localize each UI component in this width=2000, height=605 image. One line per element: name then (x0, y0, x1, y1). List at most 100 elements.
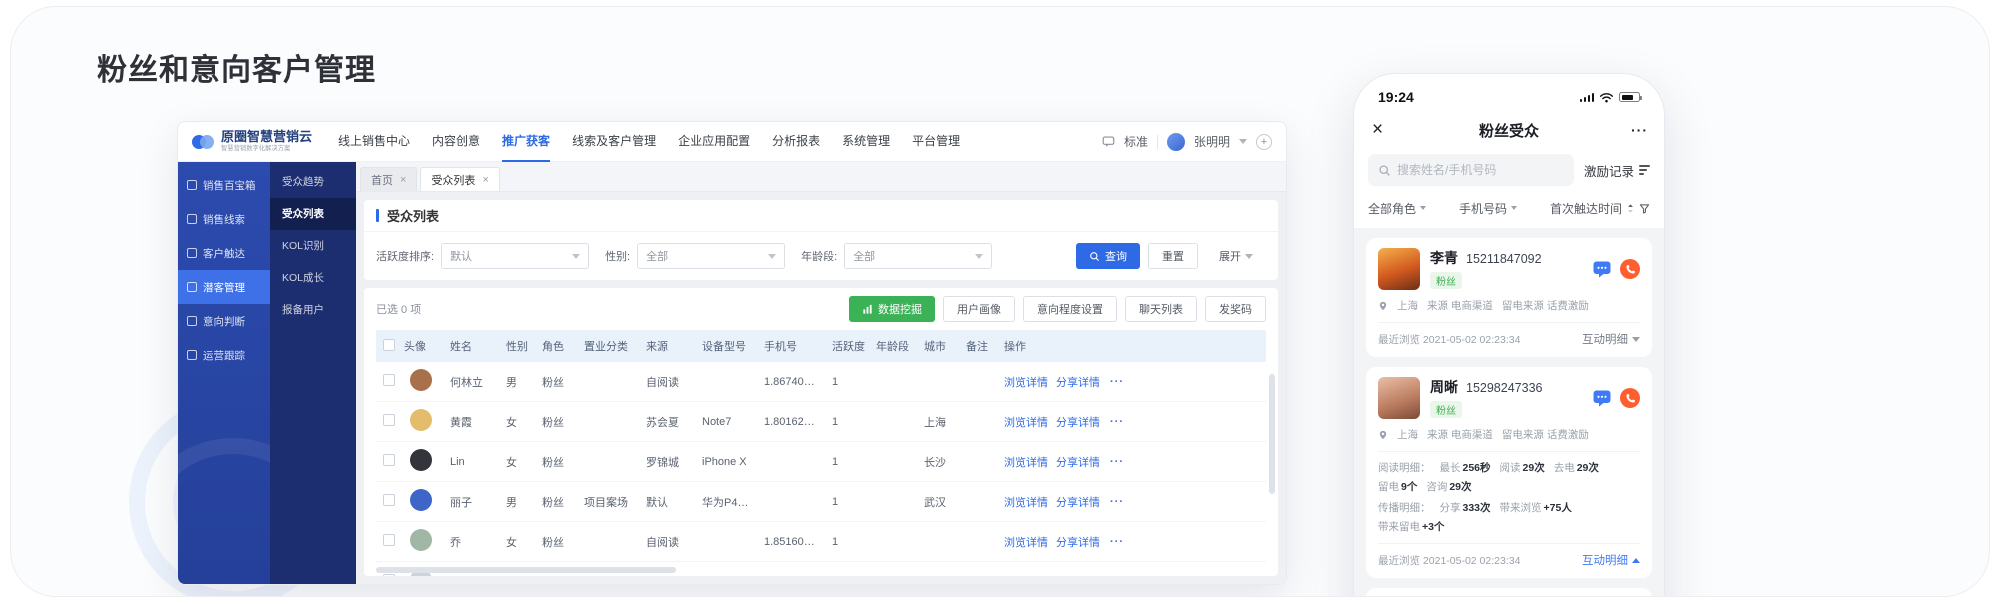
table-toolbar: 已选 0 项 数据挖掘 用户画像 意向程度设置 聊天列表 发奖码 (364, 288, 1278, 330)
table-row[interactable]: Lin 女 粉丝 罗锦城 iPhone X 1 长沙 (376, 442, 1266, 482)
filter-row: 活跃度排序: 默认 性别: 全部 年龄段: 全部 (364, 232, 1278, 280)
search-field[interactable] (1368, 154, 1574, 186)
submenu-item-audience-list[interactable]: 受众列表 (270, 198, 356, 230)
topnav-item-content[interactable]: 内容创意 (432, 122, 480, 162)
intent-setting-button[interactable]: 意向程度设置 (1023, 296, 1117, 322)
submenu-item-audience-trend[interactable]: 受众趋势 (270, 166, 356, 198)
age-select[interactable]: 全部 (844, 243, 992, 269)
view-detail-link[interactable]: 浏览详情 (1004, 414, 1048, 430)
phone-number-filter[interactable]: 手机号码 (1459, 200, 1517, 217)
tab-audience-list[interactable]: 受众列表 × (420, 167, 499, 191)
submenu-item-kol-identify[interactable]: KOL识别 (270, 230, 356, 262)
topnav-item-promotion[interactable]: 推广获客 (502, 122, 550, 162)
sort-icon (1626, 203, 1635, 214)
cell-city: 长沙 (922, 454, 964, 470)
view-detail-link[interactable]: 浏览详情 (1004, 534, 1048, 550)
topnav-item-leads[interactable]: 线索及客户管理 (572, 122, 656, 162)
message-icon[interactable] (1592, 259, 1612, 279)
phone-page-title: 粉丝受众 (1479, 120, 1539, 141)
sidebar-item-customer-reach[interactable]: 客户触达 (178, 236, 270, 270)
topnav-item-online-sales[interactable]: 线上销售中心 (338, 122, 410, 162)
sidebar-item-intent-judgement[interactable]: 意向判断 (178, 304, 270, 338)
topnav-item-system[interactable]: 系统管理 (842, 122, 890, 162)
topnav-item-platform[interactable]: 平台管理 (912, 122, 960, 162)
share-detail-link[interactable]: 分享详情 (1056, 534, 1100, 550)
share-detail-link[interactable]: 分享详情 (1056, 494, 1100, 510)
view-detail-link[interactable]: 浏览详情 (1004, 494, 1048, 510)
select-all-checkbox[interactable] (383, 339, 395, 351)
view-detail-link[interactable]: 浏览详情 (1004, 454, 1048, 470)
submenu-item-kol-growth[interactable]: KOL成长 (270, 262, 356, 294)
message-icon[interactable] (1102, 135, 1115, 148)
sort-select[interactable]: 默认 (441, 243, 589, 269)
row-checkbox[interactable] (383, 374, 395, 386)
app-logo[interactable]: 原圈智慧营销云 智慧营销数字化解决方案 (192, 130, 312, 153)
sidebar-item-sales-leads[interactable]: 销售线索 (178, 202, 270, 236)
search-input[interactable] (1397, 163, 1564, 177)
more-actions-icon[interactable]: ··· (1108, 416, 1126, 428)
close-icon[interactable]: × (482, 175, 488, 185)
row-checkbox[interactable] (383, 534, 395, 546)
submenu-item-reported-users[interactable]: 报备用户 (270, 294, 356, 326)
table-row[interactable]: 乔 女 粉丝 自阅读 1.85160… 1 (376, 522, 1266, 562)
spread-detail-row: 传播明细： 分享333次 带来浏览+75人 带来留电+3个 (1378, 500, 1640, 534)
plus-icon[interactable]: + (1256, 134, 1272, 150)
close-icon[interactable]: × (1372, 121, 1383, 139)
call-icon[interactable] (1620, 388, 1640, 408)
send-code-button[interactable]: 发奖码 (1205, 296, 1266, 322)
interaction-detail-toggle[interactable]: 互动明细 (1582, 552, 1640, 568)
more-actions-icon[interactable]: ··· (1108, 496, 1126, 508)
cell-device: Note7 (700, 416, 762, 428)
table-row[interactable]: 何林立 男 粉丝 自阅读 1.86740… 1 (376, 362, 1266, 402)
toolbox-icon (187, 180, 197, 190)
search-button[interactable]: 查询 (1076, 243, 1140, 269)
row-checkbox[interactable] (383, 414, 395, 426)
user-portrait-button[interactable]: 用户画像 (943, 296, 1015, 322)
table-row[interactable]: 黄霞 女 粉丝 苏会夏 Note7 1.80162… 1 上海 (376, 402, 1266, 442)
role-filter[interactable]: 全部角色 (1368, 200, 1426, 217)
more-icon[interactable]: ··· (1631, 122, 1648, 138)
avatar (410, 449, 432, 471)
incentive-record-link[interactable]: 激励记录 (1584, 161, 1650, 180)
reset-button[interactable]: 重置 (1148, 243, 1198, 269)
share-detail-link[interactable]: 分享详情 (1056, 454, 1100, 470)
audience-card[interactable]: 周晰 15298247336 粉丝 上海 来源 电商渠 (1366, 367, 1652, 578)
share-detail-link[interactable]: 分享详情 (1056, 414, 1100, 430)
audience-card[interactable]: 李青 15211847092 粉丝 上海 来源 电商渠 (1366, 238, 1652, 357)
cell-gender: 女 (504, 454, 540, 470)
more-actions-icon[interactable]: ··· (1108, 376, 1126, 388)
row-checkbox[interactable] (383, 454, 395, 466)
user-name[interactable]: 张明明 (1194, 133, 1230, 150)
sidebar-item-prospect-management[interactable]: 潜客管理 (178, 270, 270, 304)
expand-button[interactable]: 展开 (1206, 243, 1266, 269)
chat-list-button[interactable]: 聊天列表 (1125, 296, 1197, 322)
first-touch-time-sort[interactable]: 首次触达时间 (1550, 200, 1650, 217)
more-actions-icon[interactable]: ··· (1108, 536, 1126, 548)
close-icon[interactable]: × (400, 175, 406, 185)
data-mining-button[interactable]: 数据挖掘 (849, 296, 935, 322)
sidebar-item-operation-tracking[interactable]: 运营跟踪 (178, 338, 270, 372)
vertical-scrollbar[interactable] (1269, 374, 1275, 494)
cell-gender: 男 (504, 494, 540, 510)
topnav-item-enterprise-config[interactable]: 企业应用配置 (678, 122, 750, 162)
row-checkbox[interactable] (383, 574, 395, 576)
share-detail-link[interactable]: 分享详情 (1056, 374, 1100, 390)
horizontal-scrollbar[interactable] (376, 567, 676, 573)
tab-home[interactable]: 首页 × (360, 167, 417, 191)
contact-name: 周晰 (1430, 377, 1458, 397)
audience-card[interactable]: 钱东亮 (1366, 588, 1652, 597)
more-actions-icon[interactable]: ··· (1108, 456, 1126, 468)
cell-name: 何林立 (448, 374, 504, 390)
row-checkbox[interactable] (383, 494, 395, 506)
cell-gender: 男 (504, 374, 540, 390)
user-avatar[interactable] (1167, 133, 1185, 151)
call-icon[interactable] (1620, 259, 1640, 279)
topnav-item-reports[interactable]: 分析报表 (772, 122, 820, 162)
table-row[interactable]: 丽子 男 粉丝 项目案场 默认 华为P4… 1 武汉 (376, 482, 1266, 522)
gender-select[interactable]: 全部 (637, 243, 785, 269)
chevron-down-icon[interactable] (1239, 139, 1247, 144)
view-detail-link[interactable]: 浏览详情 (1004, 374, 1048, 390)
message-icon[interactable] (1592, 388, 1612, 408)
sidebar-item-sales-toolbox[interactable]: 销售百宝箱 (178, 168, 270, 202)
interaction-detail-toggle[interactable]: 互动明细 (1582, 331, 1640, 347)
